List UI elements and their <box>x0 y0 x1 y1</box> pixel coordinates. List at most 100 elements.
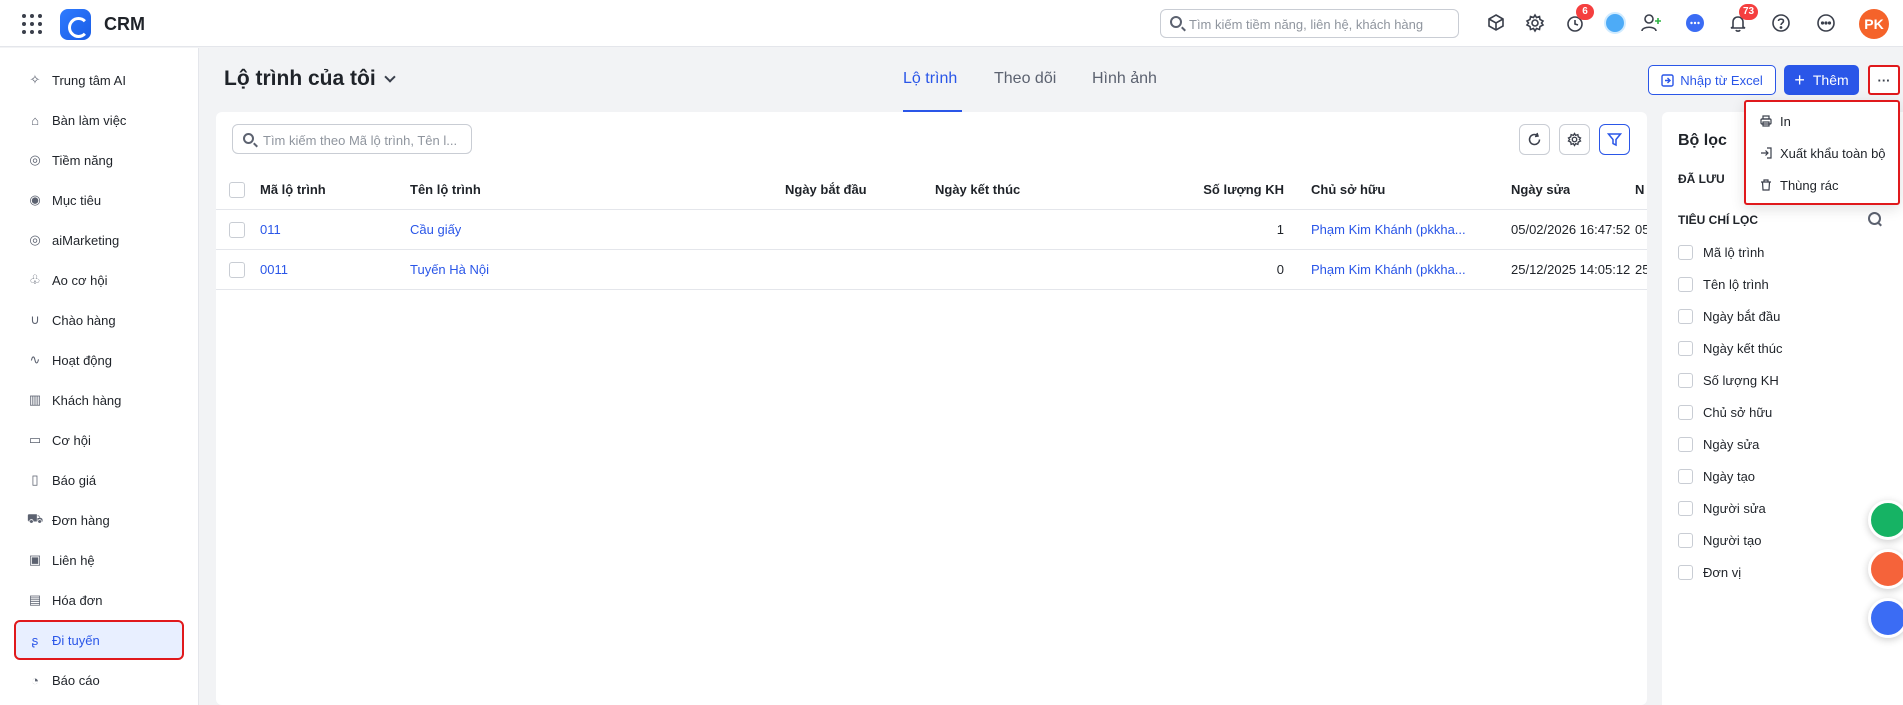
tab-images[interactable]: Hình ảnh <box>1092 70 1157 88</box>
criteria-label: Ngày sửa <box>1703 436 1760 452</box>
select-all-checkbox[interactable] <box>229 182 245 198</box>
list-search-box[interactable] <box>232 124 472 154</box>
filter-toggle-button[interactable] <box>1599 124 1630 155</box>
owner-link[interactable]: Phạm Kim Khánh (pkkha... <box>1311 210 1491 250</box>
modified-date-cell: 25/12/2025 14:05:12 <box>1511 262 1631 277</box>
checkbox[interactable] <box>1678 468 1693 484</box>
table-row[interactable]: 011 Cầu giấy 1 Phạm Kim Khánh (pkkha... … <box>216 210 1647 250</box>
apps-grid-icon[interactable] <box>22 14 42 34</box>
sidebar-item-aimarketing[interactable]: ◎ aiMarketing <box>16 222 182 258</box>
criteria-checkbox-item[interactable]: Đơn vị <box>1678 562 1741 582</box>
add-user-icon[interactable] <box>1640 11 1664 35</box>
top-bar: CRM 6 73 PK <box>0 0 1903 47</box>
criteria-checkbox-item[interactable]: Số lượng KH <box>1678 370 1779 390</box>
help-icon[interactable] <box>1769 11 1793 35</box>
criteria-checkbox-item[interactable]: Người sửa <box>1678 498 1766 518</box>
route-code-link[interactable]: 0011 <box>260 250 288 290</box>
settings-gear-icon[interactable] <box>1523 11 1547 35</box>
wallet-icon: ▭ <box>28 432 42 447</box>
report-icon: ◔ <box>31 672 39 688</box>
global-search-box[interactable] <box>1160 9 1459 38</box>
assistant-avatar[interactable] <box>1604 12 1626 34</box>
sidebar-item-customers[interactable]: ▥ Khách hàng <box>16 382 182 418</box>
sidebar-item-opportunities[interactable]: ▭ Cơ hội <box>16 422 182 458</box>
checkbox[interactable] <box>1678 276 1693 292</box>
tab-tracking[interactable]: Theo dõi <box>994 70 1056 88</box>
sidebar-item-leads[interactable]: ◎ Tiềm năng <box>16 142 182 178</box>
criteria-checkbox-item[interactable]: Ngày kết thúc <box>1678 338 1783 358</box>
sidebar-item-goals[interactable]: ◉ Mục tiêu <box>16 182 182 218</box>
messenger-icon[interactable] <box>1683 11 1707 35</box>
checkbox[interactable] <box>1678 308 1693 324</box>
timer-icon[interactable]: 6 <box>1563 4 1594 35</box>
page-title-dropdown[interactable]: Lộ trình của tôi <box>224 67 396 91</box>
sidebar-item-invoices[interactable]: ▤ Hóa đơn <box>16 582 182 618</box>
more-apps-icon[interactable] <box>1814 11 1838 35</box>
add-button[interactable]: + Thêm <box>1784 65 1859 95</box>
column-settings-button[interactable] <box>1559 124 1590 155</box>
lead-icon: ◎ <box>29 152 41 167</box>
checkbox[interactable] <box>1678 244 1693 260</box>
criteria-checkbox-item[interactable]: Ngày bắt đầu <box>1678 306 1780 326</box>
import-excel-button[interactable]: Nhập từ Excel <box>1648 65 1776 95</box>
menu-item-trash[interactable]: Thùng rác <box>1760 175 1839 195</box>
bell-icon[interactable]: 73 <box>1726 4 1759 35</box>
criteria-checkbox-item[interactable]: Người tạo <box>1678 530 1761 550</box>
route-name-link[interactable]: Tuyến Hà Nội <box>410 250 489 290</box>
route-name-link[interactable]: Cầu giấy <box>410 210 461 250</box>
crm-logo[interactable] <box>60 9 91 40</box>
owner-link[interactable]: Phạm Kim Khánh (pkkha... <box>1311 250 1491 290</box>
sidebar-item-activities[interactable]: ∿ Hoạt động <box>16 342 182 378</box>
sidebar-item-ai-center[interactable]: ✧ Trung tâm AI <box>16 62 182 98</box>
saved-filters-heading[interactable]: ĐÃ LƯU <box>1678 172 1725 186</box>
cube-search-icon[interactable] <box>1484 11 1508 35</box>
row-checkbox[interactable] <box>229 262 245 278</box>
column-header-end-date[interactable]: Ngày kết thúc <box>935 170 1020 210</box>
checkbox[interactable] <box>1678 404 1693 420</box>
criteria-label: Người tạo <box>1703 532 1762 548</box>
checkbox[interactable] <box>1678 532 1693 548</box>
refresh-button[interactable] <box>1519 124 1550 155</box>
messenger-float-icon[interactable] <box>1868 598 1903 638</box>
column-header-modified-date[interactable]: Ngày sửa <box>1511 170 1570 210</box>
ai-assistant-icon[interactable] <box>1868 549 1903 589</box>
sidebar-item-offers[interactable]: ∪ Chào hàng <box>16 302 182 338</box>
menu-item-label: In <box>1780 113 1791 129</box>
sidebar-item-opportunity-pool[interactable]: ♧ Ao cơ hội <box>16 262 182 298</box>
criteria-checkbox-item[interactable]: Chủ sở hữu <box>1678 402 1772 422</box>
sidebar-item-contacts[interactable]: ▣ Liên hệ <box>16 542 182 578</box>
sidebar-item-quotes[interactable]: ▯ Báo giá <box>16 462 182 498</box>
checkbox[interactable] <box>1678 564 1693 580</box>
checkbox[interactable] <box>1678 500 1693 516</box>
sidebar-item-reports[interactable]: ◔ Báo cáo <box>16 662 182 698</box>
checkbox[interactable] <box>1678 372 1693 388</box>
column-header-owner[interactable]: Chủ sở hữu <box>1311 170 1385 210</box>
menu-item-print[interactable]: In <box>1760 111 1791 131</box>
criteria-checkbox-item[interactable]: Ngày sửa <box>1678 434 1759 454</box>
menu-item-export-all[interactable]: Xuất khẩu toàn bộ <box>1760 143 1886 163</box>
more-options-button[interactable]: ··· <box>1868 65 1900 95</box>
column-header-name[interactable]: Tên lộ trình <box>410 170 481 210</box>
route-code-link[interactable]: 011 <box>260 210 281 250</box>
criteria-checkbox-item[interactable]: Tên lộ trình <box>1678 274 1769 294</box>
global-search-input[interactable] <box>1189 14 1451 34</box>
criteria-checkbox-item[interactable]: Mã lộ trình <box>1678 242 1764 262</box>
criteria-checkbox-item[interactable]: Ngày tạo <box>1678 466 1755 486</box>
column-header-customer-count[interactable]: Số lượng KH <box>1176 170 1284 210</box>
checkbox[interactable] <box>1678 436 1693 452</box>
sidebar-item-label: aiMarketing <box>52 232 120 248</box>
checkbox[interactable] <box>1678 340 1693 356</box>
sidebar-item-orders[interactable]: ⛟ Đơn hàng <box>16 502 182 538</box>
sidebar-item-workspace[interactable]: ⌂ Bàn làm việc <box>16 102 182 138</box>
user-avatar[interactable]: PK <box>1859 9 1889 39</box>
table-row[interactable]: 0011 Tuyến Hà Nội 0 Phạm Kim Khánh (pkkh… <box>216 250 1647 290</box>
search-icon[interactable] <box>1868 212 1882 226</box>
chat-support-icon[interactable] <box>1868 500 1903 540</box>
column-header-start-date[interactable]: Ngày bắt đầu <box>785 170 867 210</box>
sidebar-item-routes[interactable]: ʂ Đi tuyến <box>14 620 184 660</box>
list-search-input[interactable] <box>263 130 463 150</box>
tab-routes[interactable]: Lộ trình <box>903 70 957 88</box>
column-header-code[interactable]: Mã lộ trình <box>260 170 326 210</box>
row-checkbox[interactable] <box>229 222 245 238</box>
column-header-truncated[interactable]: N <box>1635 170 1644 210</box>
